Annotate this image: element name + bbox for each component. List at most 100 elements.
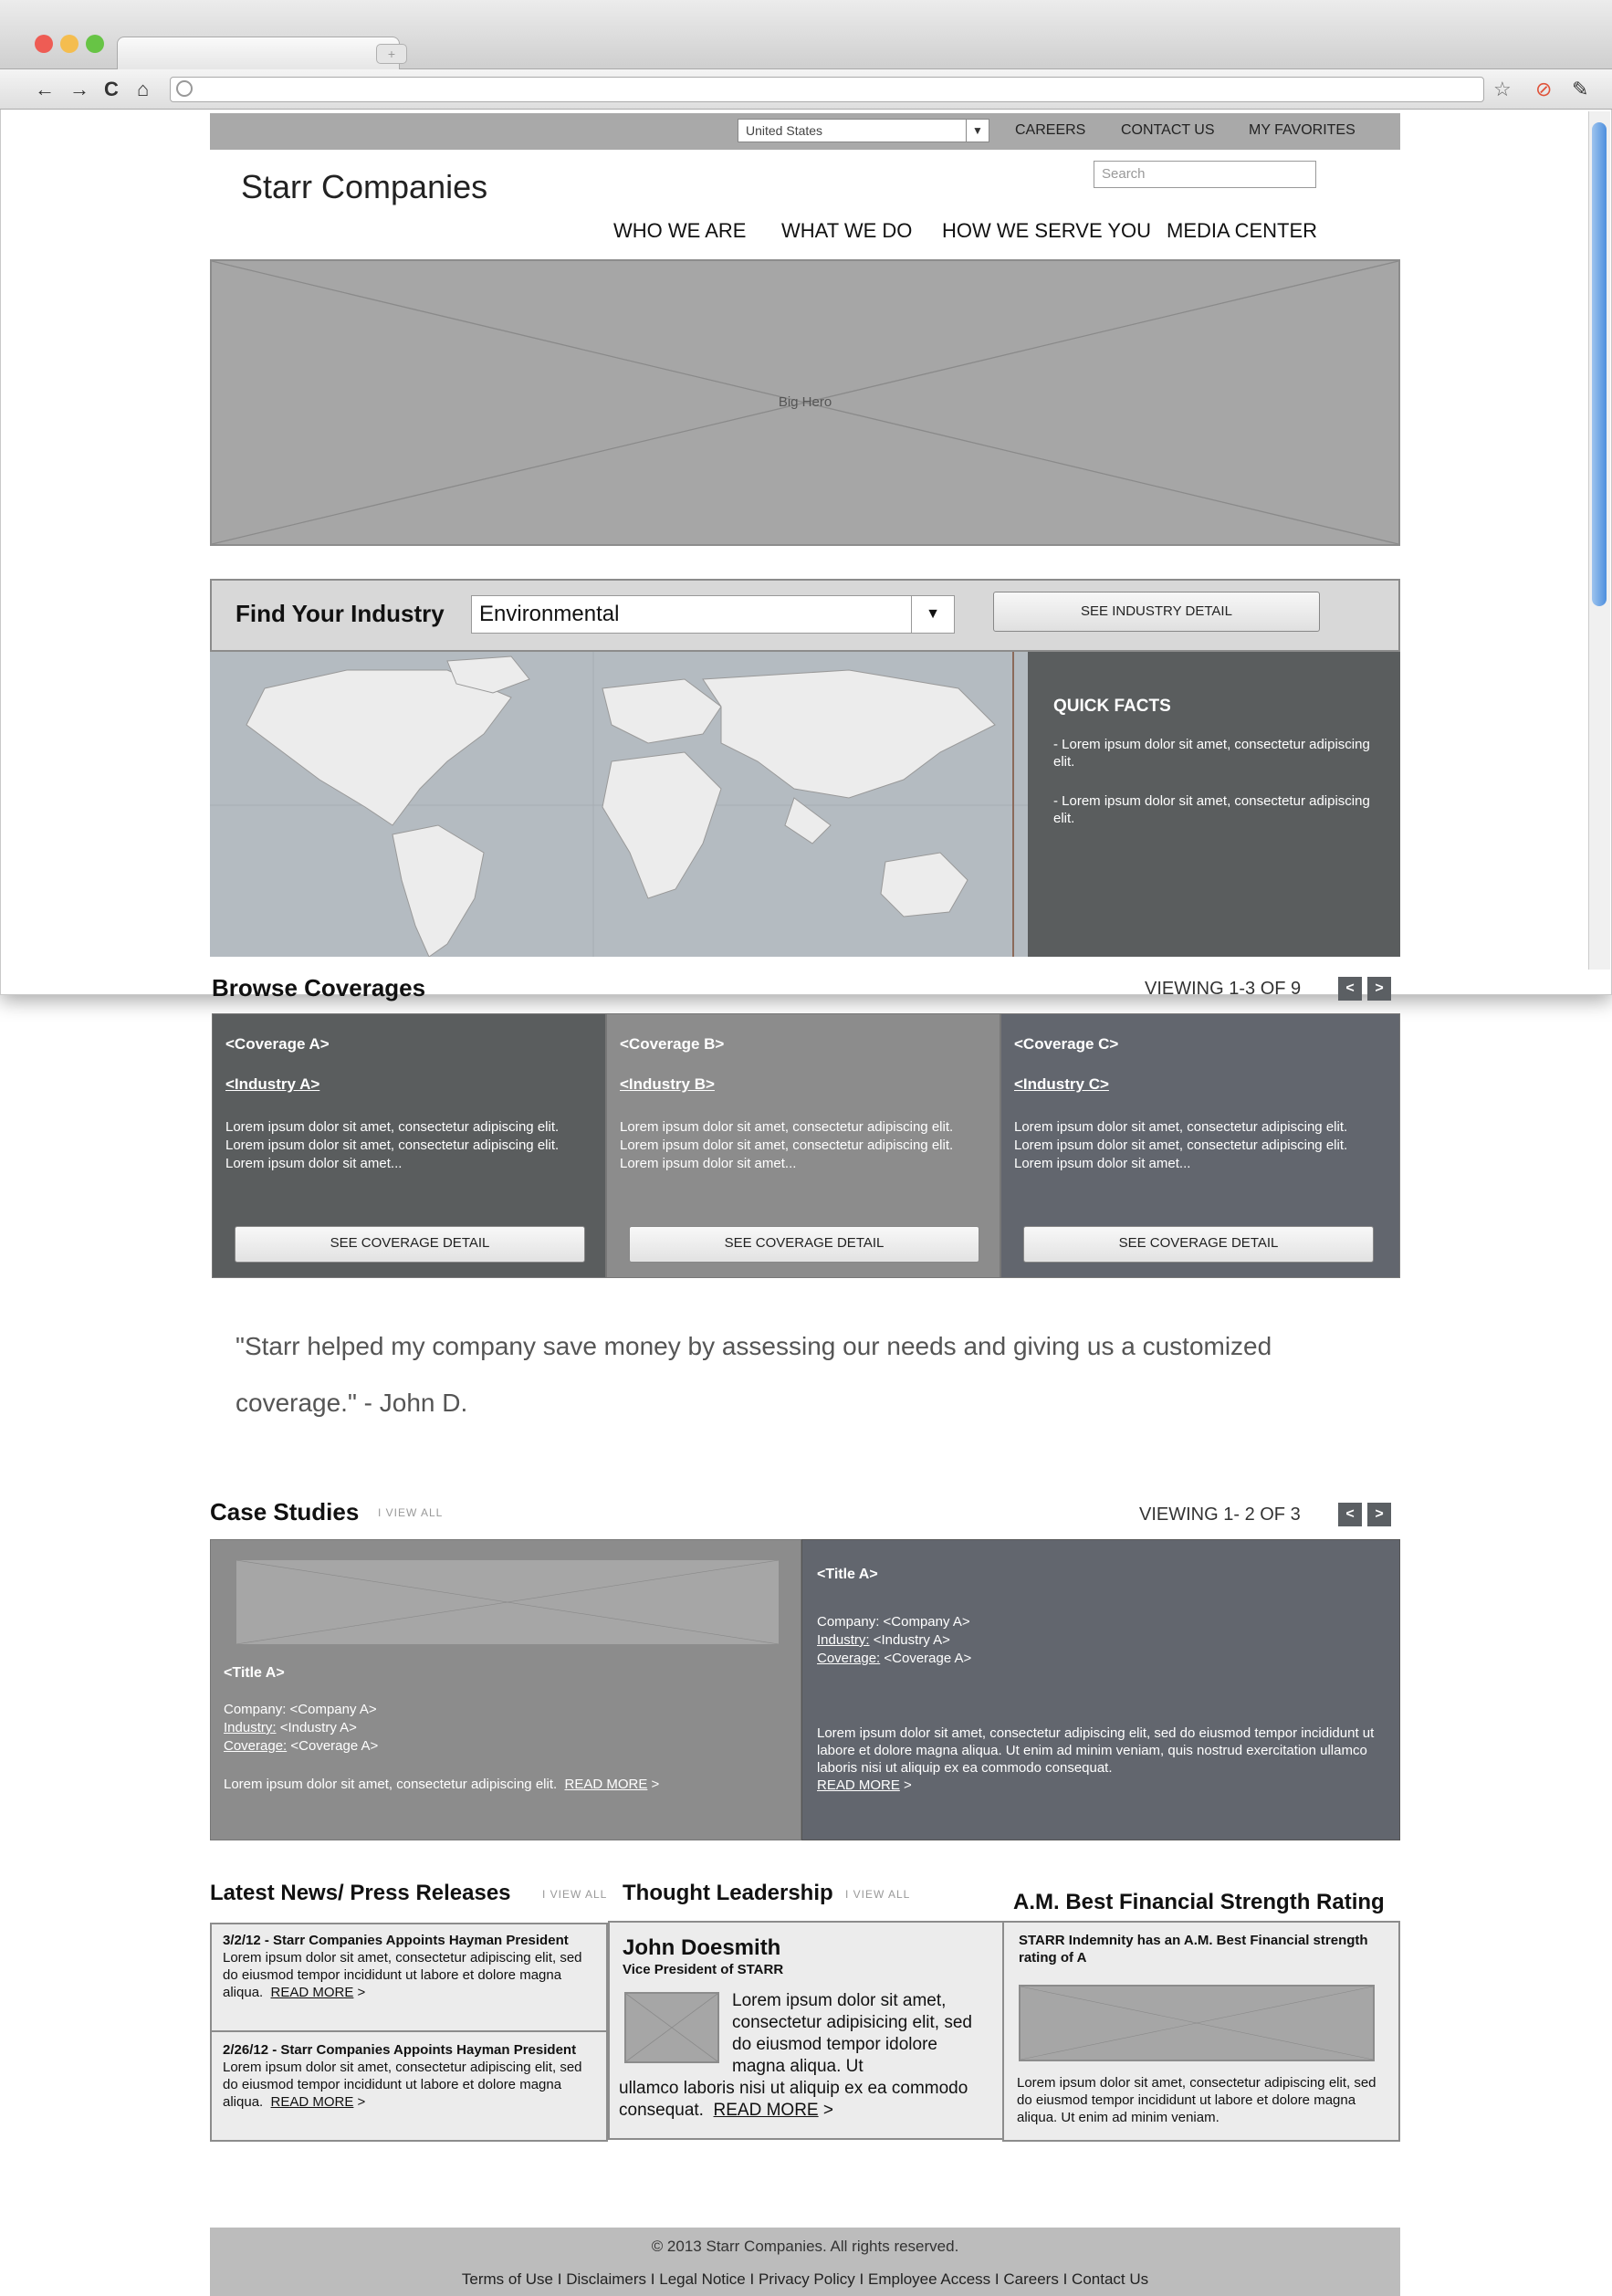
read-more-link[interactable]: READ MORE bbox=[271, 1985, 354, 2000]
quick-fact: - Lorem ipsum dolor sit amet, consectetu… bbox=[1053, 737, 1370, 770]
footer-link-disclaimers[interactable]: Disclaimers bbox=[566, 2270, 646, 2288]
nav-media-center[interactable]: MEDIA CENTER bbox=[1167, 217, 1317, 245]
coverage-industry-link[interactable]: <Industry B> bbox=[620, 1075, 715, 1095]
news-summary: Lorem ipsum dolor sit amet, consectetur … bbox=[223, 1949, 595, 2001]
coverage-card-b: <Coverage B> <Industry B> Lorem ipsum do… bbox=[606, 1013, 1000, 1278]
bookmark-star-icon[interactable]: ☆ bbox=[1493, 77, 1512, 102]
case-study-card: <Title A> Company: <Company A> Industry:… bbox=[210, 1539, 801, 1840]
read-more-link[interactable]: READ MORE bbox=[271, 2094, 354, 2110]
news-panel: 3/2/12 - Starr Companies Appoints Hayman… bbox=[210, 1923, 608, 2142]
case-study-industry: Industry: <Industry A> bbox=[224, 1719, 357, 1736]
nav-what-we-do[interactable]: WHAT WE DO bbox=[781, 217, 912, 245]
world-map[interactable] bbox=[210, 652, 1028, 957]
coverage-description: Lorem ipsum dolor sit amet, consectetur … bbox=[225, 1118, 596, 1173]
case-studies-prev-button[interactable]: < bbox=[1338, 1503, 1362, 1526]
case-study-company: Company: <Company A> bbox=[817, 1614, 970, 1630]
quick-fact: - Lorem ipsum dolor sit amet, consectetu… bbox=[1053, 793, 1370, 826]
browser-tab[interactable]: × bbox=[117, 37, 400, 69]
browse-coverages-title: Browse Coverages bbox=[212, 974, 426, 1001]
read-more-arrow: > bbox=[353, 2094, 366, 2110]
coverage-text: Lorem ipsum dolor sit amet... bbox=[225, 1156, 403, 1171]
author-photo-placeholder bbox=[624, 1992, 719, 2063]
careers-link[interactable]: CAREERS bbox=[1015, 121, 1085, 141]
case-studies-title: Case Studies bbox=[210, 1498, 360, 1525]
footer-link-terms[interactable]: Terms of Use bbox=[462, 2270, 553, 2288]
footer-separator: I bbox=[994, 2270, 1000, 2288]
see-coverage-detail-button[interactable]: SEE COVERAGE DETAIL bbox=[1023, 1226, 1374, 1263]
footer-separator: I bbox=[859, 2270, 864, 2288]
footer-link-privacy-policy[interactable]: Privacy Policy bbox=[759, 2270, 855, 2288]
my-favorites-link[interactable]: MY FAVORITES bbox=[1249, 121, 1356, 141]
chevron-down-icon: ▼ bbox=[911, 596, 954, 633]
footer-link-careers[interactable]: Careers bbox=[1003, 2270, 1058, 2288]
coverages-prev-button[interactable]: < bbox=[1338, 977, 1362, 1001]
thought-leadership-view-all-link[interactable]: I VIEW ALL bbox=[845, 1882, 910, 1906]
search-input[interactable]: Search bbox=[1094, 161, 1316, 188]
coverages-next-button[interactable]: > bbox=[1367, 977, 1391, 1001]
quick-facts-title: QUICK FACTS bbox=[1053, 697, 1171, 716]
coverage-value: <Coverage A> bbox=[880, 1651, 972, 1666]
news-item: 3/2/12 - Starr Companies Appoints Hayman… bbox=[212, 1924, 606, 2032]
case-study-card: <Title A> Company: <Company A> Industry:… bbox=[801, 1539, 1400, 1840]
address-bar[interactable] bbox=[170, 77, 1484, 102]
coverage-title: <Coverage B> bbox=[620, 1035, 725, 1053]
see-coverage-detail-button[interactable]: SEE COVERAGE DETAIL bbox=[235, 1226, 585, 1263]
nav-who-we-are[interactable]: WHO WE ARE bbox=[613, 217, 746, 245]
home-icon[interactable]: ⌂ bbox=[137, 77, 149, 102]
news-item: 2/26/12 - Starr Companies Appoints Hayma… bbox=[212, 2032, 606, 2140]
thought-text: Lorem ipsum dolor sit amet, consectetur … bbox=[732, 1991, 972, 2076]
coverage-title: <Coverage C> bbox=[1014, 1035, 1119, 1053]
coverage-industry-link[interactable]: <Industry A> bbox=[225, 1075, 319, 1095]
contact-us-link[interactable]: CONTACT US bbox=[1121, 121, 1215, 141]
case-study-company: Company: <Company A> bbox=[224, 1702, 377, 1717]
coverage-text: Lorem ipsum dolor sit amet, consectetur … bbox=[620, 1119, 954, 1153]
stop-icon[interactable]: ⊘ bbox=[1535, 77, 1552, 102]
case-studies-pager-text: VIEWING 1- 2 OF 3 bbox=[1139, 1504, 1301, 1525]
news-title: Latest News/ Press Releases bbox=[210, 1881, 511, 1905]
read-more-arrow: > bbox=[818, 2101, 833, 2120]
back-icon[interactable]: ← bbox=[35, 77, 55, 102]
coverage-description: Lorem ipsum dolor sit amet, consectetur … bbox=[620, 1118, 990, 1173]
zoom-window-button[interactable] bbox=[86, 35, 104, 53]
hero-label: Big Hero bbox=[778, 394, 832, 410]
copyright: © 2013 Starr Companies. All rights reser… bbox=[651, 2238, 959, 2255]
industry-select-value: Environmental bbox=[479, 602, 620, 626]
footer: © 2013 Starr Companies. All rights reser… bbox=[210, 2228, 1400, 2296]
scrollbar-thumb[interactable] bbox=[1592, 122, 1607, 606]
nav-how-we-serve-you[interactable]: HOW WE SERVE YOU bbox=[942, 217, 1151, 245]
case-studies-next-button[interactable]: > bbox=[1367, 1503, 1391, 1526]
new-tab-button[interactable]: + bbox=[376, 44, 407, 64]
coverage-title: <Coverage A> bbox=[225, 1035, 330, 1053]
read-more-arrow: > bbox=[353, 1985, 366, 2000]
case-studies-view-all-link[interactable]: I VIEW ALL bbox=[378, 1501, 443, 1525]
industry-select[interactable]: Environmental ▼ bbox=[471, 595, 955, 634]
coverage-card-a: <Coverage A> <Industry A> Lorem ipsum do… bbox=[212, 1013, 606, 1278]
see-industry-detail-button[interactable]: SEE INDUSTRY DETAIL bbox=[993, 592, 1320, 632]
site-logo[interactable]: Starr Companies bbox=[241, 168, 487, 206]
case-study-text: Lorem ipsum dolor sit amet, consectetur … bbox=[224, 1777, 558, 1792]
read-more-link[interactable]: READ MORE bbox=[714, 2101, 819, 2120]
news-view-all-link[interactable]: I VIEW ALL bbox=[542, 1882, 607, 1906]
hero-image-placeholder: Big Hero bbox=[210, 259, 1400, 546]
minimize-window-button[interactable] bbox=[60, 35, 79, 53]
close-window-button[interactable] bbox=[35, 35, 53, 53]
rating-text: Lorem ipsum dolor sit amet, consectetur … bbox=[1017, 2075, 1376, 2125]
industry-value: <Industry A> bbox=[276, 1720, 357, 1735]
rating-headline: STARR Indemnity has an A.M. Best Financi… bbox=[1019, 1933, 1368, 1966]
coverage-label: Coverage: bbox=[224, 1738, 288, 1754]
footer-links: Terms of Use I Disclaimers I Legal Notic… bbox=[210, 2270, 1400, 2290]
read-more-link[interactable]: READ MORE bbox=[817, 1777, 900, 1793]
read-more-link[interactable]: READ MORE bbox=[565, 1777, 648, 1792]
reload-icon[interactable]: C bbox=[104, 77, 119, 102]
wrench-icon[interactable]: ✎ bbox=[1572, 77, 1588, 102]
footer-link-legal-notice[interactable]: Legal Notice bbox=[659, 2270, 746, 2288]
case-study-coverage: Coverage: <Coverage A> bbox=[224, 1737, 378, 1755]
footer-link-employee-access[interactable]: Employee Access bbox=[868, 2270, 990, 2288]
coverage-value: <Coverage A> bbox=[287, 1738, 379, 1754]
see-coverage-detail-button[interactable]: SEE COVERAGE DETAIL bbox=[629, 1226, 979, 1263]
coverage-industry-link[interactable]: <Industry C> bbox=[1014, 1075, 1109, 1095]
country-select[interactable]: United States ▼ bbox=[738, 119, 989, 142]
forward-icon[interactable]: → bbox=[69, 77, 89, 102]
footer-link-contact-us[interactable]: Contact Us bbox=[1072, 2270, 1148, 2288]
country-select-value: United States bbox=[746, 123, 823, 138]
